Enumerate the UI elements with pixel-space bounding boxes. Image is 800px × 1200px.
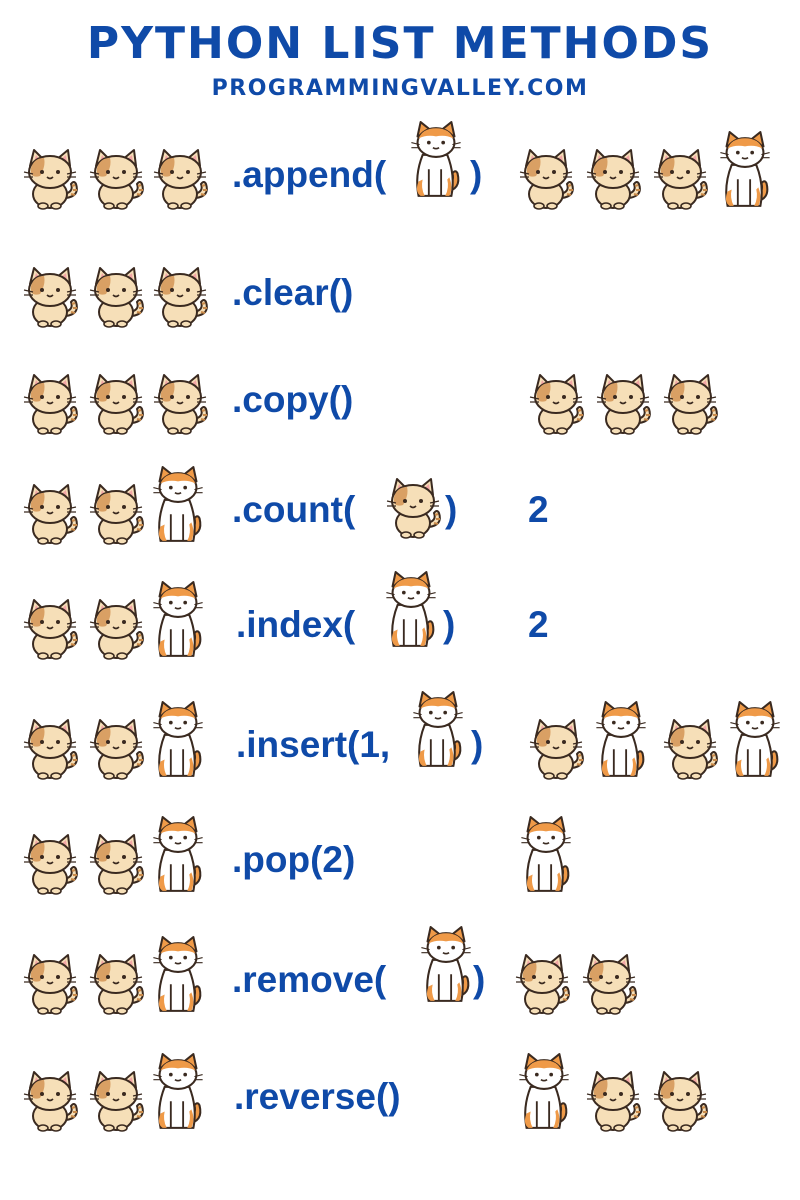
method-row: .copy() — [0, 345, 800, 445]
tan-cat-icon — [652, 1068, 712, 1132]
tan-cat-icon — [88, 146, 148, 210]
tan-cat-icon — [88, 371, 148, 435]
tan-cat-icon — [22, 951, 82, 1015]
method-close-paren: ) — [445, 489, 458, 530]
method-call: .pop(2) — [232, 839, 356, 880]
method-row: .clear() — [0, 238, 800, 338]
tan-cat-icon — [22, 716, 82, 780]
tan-cat-icon — [528, 371, 588, 435]
page-title: PYTHON LIST METHODS — [86, 18, 714, 69]
method-row: .pop(2) — [0, 805, 800, 905]
tan-cat-icon — [88, 596, 148, 660]
tan-cat-icon — [652, 146, 712, 210]
tan-cat-icon — [22, 596, 82, 660]
tan-cat-icon — [528, 716, 588, 780]
tan-cat-icon — [385, 475, 445, 539]
tan-cat-icon — [88, 716, 148, 780]
tan-cat-icon — [88, 481, 148, 545]
tan-cat-icon — [22, 1068, 82, 1132]
tan-cat-icon — [88, 264, 148, 328]
tan-cat-icon — [22, 146, 82, 210]
tan-cat-icon — [88, 951, 148, 1015]
method-row: .count() 2 — [0, 455, 800, 555]
method-close-paren: ) — [473, 959, 486, 1000]
method-call: .insert(1, — [236, 724, 391, 765]
tan-cat-icon — [22, 481, 82, 545]
method-call: .remove( — [232, 959, 387, 1000]
tan-cat-icon — [585, 1068, 645, 1132]
orange-white-cat-icon — [152, 935, 204, 1015]
page-subtitle: PROGRAMMINGVALLEY.COM — [211, 76, 589, 101]
tan-cat-icon — [595, 371, 655, 435]
orange-white-cat-icon — [412, 690, 464, 770]
tan-cat-icon — [152, 371, 212, 435]
orange-white-cat-icon — [729, 700, 781, 780]
method-call: .copy() — [232, 379, 354, 420]
result-value: 2 — [528, 604, 549, 645]
tan-cat-icon — [152, 264, 212, 328]
tan-cat-icon — [662, 371, 722, 435]
tan-cat-icon — [518, 146, 578, 210]
method-call: .append( — [232, 154, 387, 195]
result-value: 2 — [528, 489, 549, 530]
orange-white-cat-icon — [410, 120, 462, 200]
orange-white-cat-icon — [719, 130, 771, 210]
orange-white-cat-icon — [420, 925, 472, 1005]
method-call: .index( — [236, 604, 356, 645]
orange-white-cat-icon — [152, 700, 204, 780]
tan-cat-icon — [514, 951, 574, 1015]
orange-white-cat-icon — [518, 1052, 570, 1132]
method-row: .insert(1,) — [0, 690, 800, 790]
orange-white-cat-icon — [152, 1052, 204, 1132]
orange-white-cat-icon — [152, 815, 204, 895]
method-row: .remove() — [0, 925, 800, 1025]
method-row: .append() — [0, 120, 800, 220]
tan-cat-icon — [88, 1068, 148, 1132]
tan-cat-icon — [22, 831, 82, 895]
tan-cat-icon — [152, 146, 212, 210]
method-close-paren: ) — [471, 724, 484, 765]
method-close-paren: ) — [443, 604, 456, 645]
method-call: .reverse() — [234, 1076, 401, 1117]
orange-white-cat-icon — [152, 465, 204, 545]
method-call: .count( — [232, 489, 356, 530]
tan-cat-icon — [22, 264, 82, 328]
orange-white-cat-icon — [520, 815, 572, 895]
method-call: .clear() — [232, 272, 354, 313]
tan-cat-icon — [585, 146, 645, 210]
tan-cat-icon — [581, 951, 641, 1015]
tan-cat-icon — [88, 831, 148, 895]
orange-white-cat-icon — [385, 570, 437, 650]
method-row: .index() 2 — [0, 570, 800, 670]
tan-cat-icon — [22, 371, 82, 435]
orange-white-cat-icon — [152, 580, 204, 660]
method-close-paren: ) — [470, 154, 483, 195]
tan-cat-icon — [662, 716, 722, 780]
method-row: .reverse() — [0, 1042, 800, 1142]
orange-white-cat-icon — [595, 700, 647, 780]
